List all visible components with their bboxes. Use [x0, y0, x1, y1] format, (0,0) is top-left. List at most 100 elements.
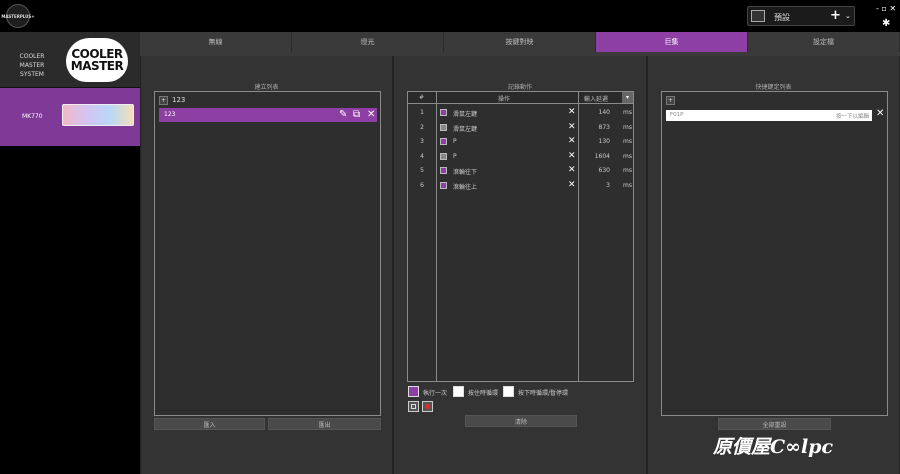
row-action: 滾輪往下 — [453, 169, 478, 176]
key-icon — [440, 138, 447, 145]
delete-icon[interactable]: ✕ — [568, 136, 576, 146]
row-action: 滑鼠左鍵 — [453, 125, 478, 133]
profile-image-icon — [751, 10, 765, 22]
scroll-icon — [440, 167, 447, 174]
keyboard-image — [62, 104, 134, 126]
watermark: 原價屋C∞lpc — [713, 436, 834, 458]
tab-macro[interactable]: 巨集 — [596, 32, 748, 52]
row-delay[interactable]: 630 — [580, 167, 610, 174]
macro-list: + 123 123 ✎ ⧉ ✕ — [154, 91, 381, 416]
row-delay[interactable]: 130 — [580, 138, 610, 145]
delete-icon[interactable]: ✕ — [568, 151, 576, 161]
row-number: 2 — [420, 123, 424, 131]
row-action: 滑鼠左鍵 — [453, 111, 478, 118]
header-delay: 輸入延遲 — [584, 96, 609, 103]
row-number: 3 — [420, 138, 424, 145]
tab-bar: 無線 燈光 按鍵對映 巨集 設定檔 — [140, 32, 900, 52]
table-row[interactable]: 6 滾輪往上 ✕ 3 ms — [408, 179, 633, 194]
macro-list-panel: 建立列表 + 123 123 ✎ ⧉ ✕ 匯入 匯出 — [140, 56, 393, 474]
hold-loop-label: 按住時循環 — [468, 390, 499, 397]
delete-icon[interactable]: ✕ — [568, 165, 576, 175]
profile-name: 預設 — [774, 13, 790, 22]
table-row[interactable]: 1 滑鼠左鍵 ✕ 140 ms — [408, 106, 633, 121]
title-bar: MASTERPLUS+ 預設 + ⌄ - ▫ ✕ ✱ — [0, 0, 900, 32]
profile-selector[interactable]: 預設 + ⌄ — [747, 6, 855, 26]
toggle-loop-label: 按下時循環/暫停環 — [518, 390, 569, 397]
tab-key-mapping[interactable]: 按鍵對映 — [444, 32, 596, 52]
row-unit: ms — [623, 123, 632, 131]
start-record-button[interactable] — [422, 401, 433, 412]
table-row[interactable]: 4 P ✕ 1604 ms — [408, 150, 633, 165]
clear-button[interactable]: 清除 — [465, 415, 577, 427]
record-icon — [425, 404, 430, 409]
row-number: 1 — [420, 109, 424, 116]
header-num: # — [419, 94, 425, 101]
settings-icon[interactable]: ✱ — [882, 18, 890, 29]
system-label: COOLER MASTER SYSTEM — [19, 53, 45, 78]
reset-all-button[interactable]: 全部重設 — [718, 418, 831, 430]
row-delay[interactable]: 1604 — [580, 153, 610, 160]
table-row[interactable]: 5 滾輪往下 ✕ 630 ms — [408, 164, 633, 179]
stop-record-button[interactable] — [408, 401, 419, 412]
key-icon — [440, 123, 447, 131]
copy-icon[interactable]: ⧉ — [353, 109, 360, 120]
delete-icon[interactable]: ✕ — [568, 122, 576, 132]
delete-icon[interactable]: ✕ — [568, 107, 576, 117]
sidebar: COOLER MASTER SYSTEM COOLER MASTER MK770 — [0, 32, 140, 474]
tab-profile[interactable]: 設定檔 — [748, 32, 900, 52]
row-action: 滾輪往上 — [453, 183, 478, 191]
row-action: P — [453, 138, 457, 145]
row-number: 4 — [420, 152, 424, 160]
add-keybind-button[interactable]: + — [666, 96, 675, 105]
scroll-icon — [440, 181, 447, 189]
tab-wireless[interactable]: 無線 — [140, 32, 292, 52]
key-icon — [440, 109, 447, 116]
add-macro-button[interactable]: + — [159, 96, 168, 105]
actions-table: # 操作 輸入延遲 ▾ 1 滑鼠左鍵 ✕ 140 ms 2 滑鼠左鍵 ✕ 873 — [407, 91, 634, 382]
row-unit: ms — [623, 152, 632, 160]
delete-icon[interactable]: ✕ — [568, 180, 576, 190]
record-actions-title: 記錄動作 — [507, 84, 532, 91]
header-action: 操作 — [498, 96, 511, 103]
keybind-field[interactable]: F01P 按一下以編輯 — [666, 110, 872, 121]
row-delay[interactable]: 3 — [580, 182, 610, 189]
keybind-key: F01P — [670, 112, 684, 118]
row-delay[interactable]: 140 — [580, 109, 610, 116]
keybind-list-title: 快捷鍵定列表 — [755, 84, 792, 91]
export-button[interactable]: 匯出 — [268, 418, 381, 430]
row-number: 5 — [420, 167, 424, 174]
list-item[interactable]: 123 ✎ ⧉ ✕ — [159, 108, 377, 122]
add-profile-button[interactable]: + — [830, 8, 841, 23]
tab-lighting[interactable]: 燈光 — [292, 32, 444, 52]
close-icon[interactable]: ✕ — [367, 109, 375, 120]
sidebar-item-system[interactable]: COOLER MASTER SYSTEM COOLER MASTER — [0, 32, 140, 88]
table-row[interactable]: 2 滑鼠左鍵 ✕ 873 ms — [408, 121, 633, 136]
run-once-label: 執行一次 — [423, 390, 448, 397]
row-delay[interactable]: 873 — [580, 124, 610, 131]
row-number: 6 — [420, 181, 424, 189]
keybind-list-panel: 快捷鍵定列表 + F01P 按一下以編輯 ✕ 全部重設 — [647, 56, 900, 474]
macro-name[interactable]: 123 — [172, 96, 185, 104]
record-actions-panel: 記錄動作 # 操作 輸入延遲 ▾ 1 滑鼠左鍵 ✕ 140 ms 2 滑鼠左鍵 — [393, 56, 647, 474]
sort-icon[interactable]: ▾ — [622, 92, 633, 103]
edit-icon[interactable]: ✎ — [339, 109, 347, 120]
cooler-master-logo: COOLER MASTER — [66, 38, 128, 82]
close-icon[interactable]: ✕ — [876, 108, 884, 119]
macro-row-name: 123 — [164, 111, 176, 118]
app-logo: MASTERPLUS+ — [1, 4, 35, 28]
toggle-loop-radio[interactable] — [503, 386, 514, 397]
keybind-hint: 按一下以編輯 — [836, 114, 870, 120]
table-row[interactable]: 3 P ✕ 130 ms — [408, 135, 633, 150]
row-unit: ms — [623, 138, 632, 145]
run-once-radio[interactable] — [408, 386, 419, 397]
row-unit: ms — [623, 181, 632, 189]
chevron-down-icon[interactable]: ⌄ — [845, 12, 851, 20]
device-label: MK770 — [22, 113, 43, 120]
table-header: # 操作 輸入延遲 ▾ — [408, 92, 633, 104]
sidebar-item-device[interactable]: MK770 — [0, 88, 140, 146]
row-unit: ms — [623, 109, 632, 116]
hold-loop-radio[interactable] — [453, 386, 464, 397]
window-controls[interactable]: - ▫ ✕ — [876, 4, 898, 13]
key-icon — [440, 152, 447, 160]
import-button[interactable]: 匯入 — [154, 418, 265, 430]
